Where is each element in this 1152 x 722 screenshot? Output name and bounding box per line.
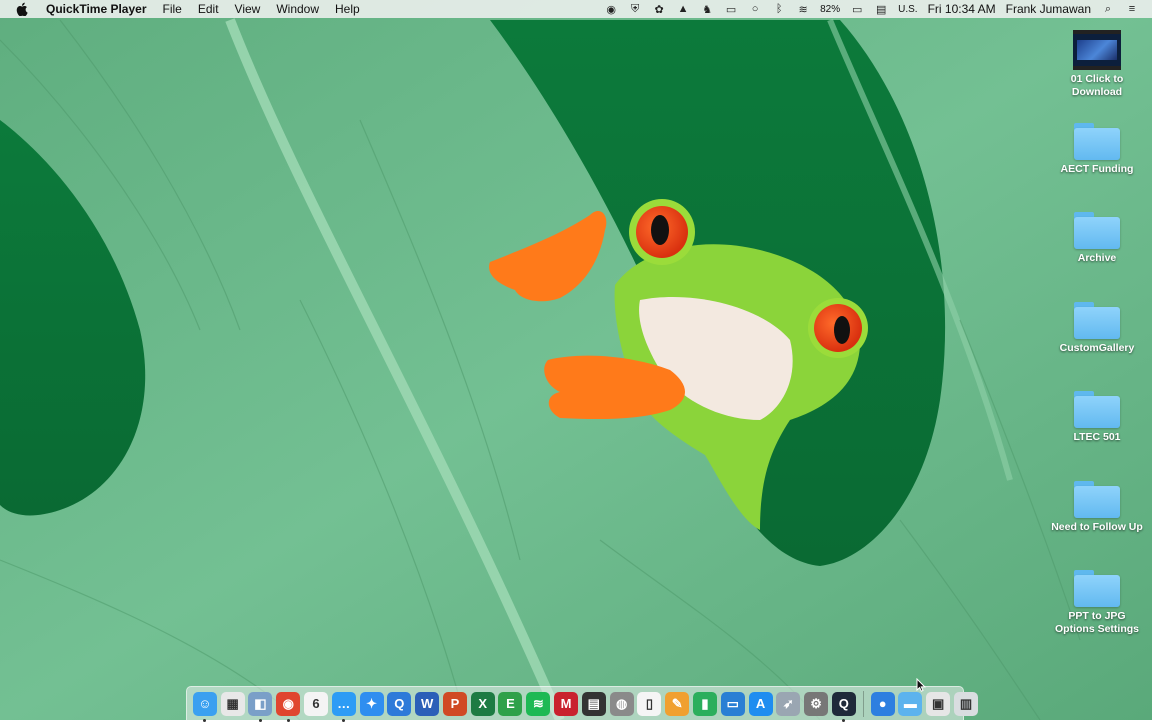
user-name[interactable]: Frank Jumawan	[1006, 2, 1091, 16]
running-indicator	[258, 718, 262, 722]
clock[interactable]: Fri 10:34 AM	[928, 2, 996, 16]
search-icon[interactable]: ⌕	[1101, 2, 1115, 16]
running-indicator	[286, 718, 290, 722]
dock-separator	[862, 690, 864, 717]
folder-icon	[1072, 120, 1122, 160]
dock-messages-icon[interactable]: …	[331, 691, 356, 722]
dock-word-icon[interactable]: W	[415, 691, 440, 716]
desktop-item-customgallery[interactable]: CustomGallery	[1042, 299, 1152, 355]
dock-app-store-icon[interactable]: A	[748, 691, 773, 716]
dock-excel-icon[interactable]: X	[470, 691, 495, 716]
dock-keynote-icon[interactable]: ▭	[720, 691, 745, 716]
menu-bar: QuickTime Player File Edit View Window H…	[0, 0, 1152, 18]
desktop-item-label: AECT Funding	[1060, 163, 1134, 175]
folder-icon	[1072, 478, 1122, 518]
desktop-item-aect-funding[interactable]: AECT Funding	[1042, 120, 1152, 176]
dock-launchpad-icon[interactable]: ▦	[220, 691, 245, 716]
dock-folder-icon[interactable]: ▬	[898, 691, 923, 716]
dock-numbers-icon[interactable]: ▮	[692, 691, 717, 716]
dock-rocket-icon[interactable]: ➶	[776, 691, 801, 716]
desktop-item-label: Archive	[1077, 252, 1117, 264]
mouse-cursor	[916, 678, 926, 692]
shield-icon[interactable]: ⛨	[628, 2, 642, 16]
bird-icon[interactable]: ♞	[700, 2, 714, 16]
dock-quicktime-q-icon[interactable]: Q	[387, 691, 412, 716]
menu-edit[interactable]: Edit	[190, 0, 227, 18]
dock-trash-icon[interactable]: ▥	[953, 691, 978, 716]
dock-calendar-icon[interactable]: 6	[304, 691, 329, 716]
dock-clapper-icon[interactable]: ▤	[581, 691, 606, 716]
list-icon[interactable]: ≡	[1125, 2, 1139, 16]
input-source[interactable]: U.S.	[898, 4, 917, 15]
desktop-item-label: CustomGallery	[1059, 342, 1135, 354]
menu-help[interactable]: Help	[327, 0, 368, 18]
desktop-wallpaper	[0, 0, 1152, 720]
desktop-item-ppt-to-jpg-options-settings[interactable]: PPT to JPG Options Settings	[1042, 567, 1152, 635]
desktop-item-01-click-to-download[interactable]: 01 Click to Download	[1042, 30, 1152, 98]
dock: ☺ ▦ ◧ ◉ 6… ✦ Q W P X E ≋ M ▤ ◍ ▯ ✎ ▮ ▭ A ➶ ⚙ Q ● ▬ ▣ ▥	[186, 686, 978, 722]
desktop-item-ltec-501[interactable]: LTEC 501	[1042, 388, 1152, 444]
running-indicator	[342, 718, 346, 722]
dock-textedit-icon[interactable]: ▯	[637, 691, 662, 716]
airplay-icon[interactable]: ▭	[724, 2, 738, 16]
drive-icon[interactable]: ▲	[676, 2, 690, 16]
record-icon[interactable]: ◉	[604, 2, 618, 16]
battery-percent: 82%	[820, 3, 841, 15]
desktop-item-label: LTEC 501	[1073, 431, 1121, 443]
desktop-item-label: 01 Click to Download	[1070, 73, 1124, 98]
app-menu-quicktime[interactable]: QuickTime Player	[40, 0, 155, 18]
dock-evernote-icon[interactable]: E	[498, 691, 523, 716]
dock-globe-icon[interactable]: ●	[870, 691, 895, 716]
dock-pages-icon[interactable]: ✎	[665, 691, 690, 716]
movie-file-icon	[1073, 30, 1121, 70]
color-wheel-icon[interactable]: ✿	[652, 2, 666, 16]
dock-mendeley-icon[interactable]: M	[554, 691, 579, 716]
dock-app-gray-icon[interactable]: ◍	[609, 691, 634, 716]
dock-finder-icon[interactable]: ☺	[192, 691, 217, 722]
messages-icon[interactable]: ○	[748, 2, 762, 16]
desktop-item-archive[interactable]: Archive	[1042, 209, 1152, 265]
desktop-item-label: Need to Follow Up	[1051, 521, 1143, 533]
us-flag-icon[interactable]: ▤	[874, 2, 888, 16]
apple-menu-icon[interactable]	[16, 2, 30, 17]
menu-file[interactable]: File	[155, 0, 190, 18]
dock-safari-icon[interactable]: ✦	[359, 691, 384, 716]
dock-spotify-icon[interactable]: ≋	[526, 691, 551, 716]
dock-system-prefs-icon[interactable]: ⚙	[804, 691, 829, 716]
folder-icon	[1072, 567, 1122, 607]
bluetooth-icon[interactable]: ᛒ	[772, 2, 786, 16]
dock-preview-icon[interactable]: ◧	[248, 691, 273, 722]
menu-view[interactable]: View	[227, 0, 269, 18]
desktop-item-need-to-follow-up[interactable]: Need to Follow Up	[1042, 478, 1152, 534]
battery-icon[interactable]: ▭	[850, 2, 864, 16]
dock-powerpoint-icon[interactable]: P	[442, 691, 467, 716]
wifi-icon[interactable]: ≋	[796, 2, 810, 16]
running-indicator	[203, 718, 207, 722]
menu-window[interactable]: Window	[268, 0, 327, 18]
running-indicator	[842, 718, 846, 722]
dock-quicktime-icon[interactable]: Q	[831, 691, 856, 722]
desktop-item-label: PPT to JPG Options Settings	[1055, 610, 1139, 635]
dock-downloads-icon[interactable]: ▣	[926, 691, 951, 716]
folder-icon	[1072, 388, 1122, 428]
folder-icon	[1072, 209, 1122, 249]
dock-chrome-icon[interactable]: ◉	[276, 691, 301, 722]
folder-icon	[1072, 299, 1122, 339]
